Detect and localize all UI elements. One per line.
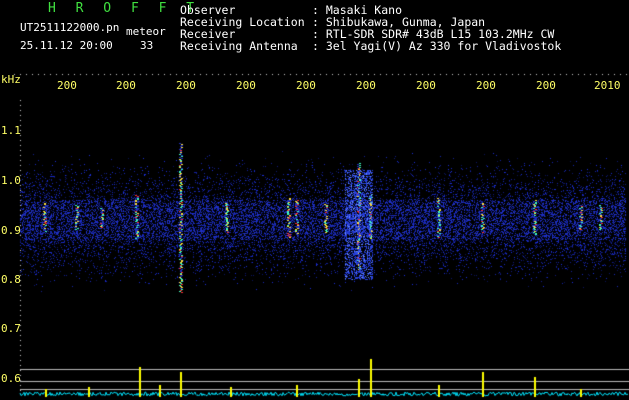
x-tick-label: 200 bbox=[296, 79, 316, 92]
x-tick-label: 200 bbox=[476, 79, 496, 92]
y-tick-label: 1.1 bbox=[1, 124, 21, 137]
x-tick-label: 2010 bbox=[594, 79, 621, 92]
y-tick-label: 0.9 bbox=[1, 224, 21, 237]
y-tick-label: 1.0 bbox=[1, 174, 21, 187]
x-tick-label: 200 bbox=[536, 79, 556, 92]
antenna-value: : 3el Yagi(V) Az 330 for Vladivostok bbox=[312, 39, 562, 53]
mode-label: meteor bbox=[126, 25, 166, 38]
app-title: H R O F F T bbox=[48, 1, 201, 16]
meteor-count: 33 bbox=[140, 39, 154, 52]
x-tick-label: 200 bbox=[416, 79, 436, 92]
spectrogram-canvas bbox=[0, 0, 629, 400]
y-tick-label: 0.8 bbox=[1, 273, 21, 286]
x-tick-label: 200 bbox=[57, 79, 77, 92]
antenna-label: Receiving Antenna bbox=[180, 39, 298, 53]
x-tick-label: 200 bbox=[176, 79, 196, 92]
x-tick-label: 200 bbox=[356, 79, 376, 92]
file-name: UT2511122000.pn bbox=[20, 21, 120, 34]
y-tick-label: 0.6 bbox=[1, 372, 21, 385]
x-tick-label: 200 bbox=[236, 79, 256, 92]
x-tick-label: 200 bbox=[116, 79, 136, 92]
y-axis-unit: kHz bbox=[1, 73, 21, 86]
y-tick-label: 0.7 bbox=[1, 322, 21, 335]
datetime-label: 25.11.12 20:00 bbox=[20, 39, 113, 52]
